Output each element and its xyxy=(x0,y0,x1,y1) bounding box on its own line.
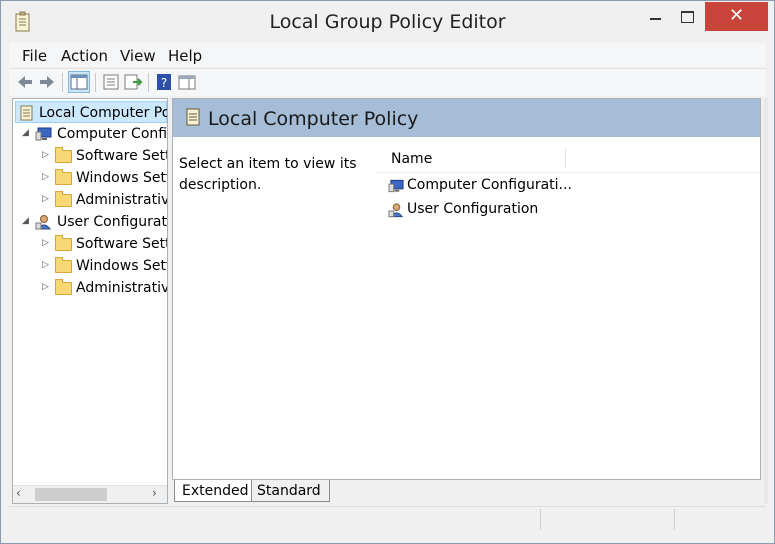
tree-item-user-software-settings[interactable]: ▷ Software Settings xyxy=(13,233,168,255)
status-divider xyxy=(540,509,541,530)
maximize-button[interactable] xyxy=(671,2,704,31)
tree-label: Windows Settings xyxy=(76,258,167,274)
tree-item-administrative-templates[interactable]: ▷ Administrative Templates xyxy=(13,189,168,211)
tree-item-local-computer-policy[interactable]: Local Computer Policy xyxy=(15,101,167,123)
column-name-header[interactable]: Name xyxy=(391,151,432,167)
export-list-icon[interactable] xyxy=(123,72,143,92)
tree-label: Administrative Templates xyxy=(76,192,168,208)
back-icon[interactable] xyxy=(15,72,35,92)
svg-text:?: ? xyxy=(161,76,167,90)
policy-icon xyxy=(20,105,33,121)
tree-item-computer-configuration[interactable]: ◢ Computer Configuration xyxy=(13,123,168,145)
close-icon: ✕ xyxy=(728,5,745,26)
tree-label: Computer Configuration xyxy=(57,126,168,142)
toolbar-separator xyxy=(62,73,63,92)
collapsed-arrow-icon[interactable]: ▷ xyxy=(42,194,49,204)
forward-icon[interactable] xyxy=(37,72,57,92)
detail-pane: Local Computer Policy Select an item to … xyxy=(172,98,761,480)
tree-item-windows-settings[interactable]: ▷ Windows Settings xyxy=(13,167,167,189)
scroll-thumb[interactable] xyxy=(35,488,107,501)
minimize-button[interactable] xyxy=(641,2,671,31)
detail-header: Local Computer Policy xyxy=(173,99,760,137)
tree-horizontal-scrollbar[interactable]: ‹ › xyxy=(13,485,167,503)
column-divider[interactable] xyxy=(565,148,566,168)
computer-icon xyxy=(388,179,404,193)
toolbar-separator xyxy=(95,73,96,92)
tree-item-software-settings[interactable]: ▷ Software Settings xyxy=(13,145,168,167)
tab-label: Extended xyxy=(182,483,249,499)
main-window: Local Group Policy Editor ✕ File Action … xyxy=(0,0,775,544)
user-icon xyxy=(388,203,404,218)
policy-icon xyxy=(186,108,200,126)
folder-icon xyxy=(55,279,72,295)
tree-label: Software Settings xyxy=(76,236,168,252)
items-list[interactable]: Name Computer Configurati... User Config… xyxy=(376,145,760,479)
detail-vertical-scrollbar[interactable] xyxy=(764,98,768,504)
folder-icon xyxy=(55,257,72,273)
tree-label: Local Computer Policy xyxy=(39,105,167,121)
tree-label: Administrative Templates xyxy=(76,280,168,296)
title-bar[interactable]: Local Group Policy Editor ✕ xyxy=(1,1,774,42)
collapsed-arrow-icon[interactable]: ▷ xyxy=(42,150,49,160)
view-tabs: Extended Standard xyxy=(172,480,761,504)
tree-item-user-windows-settings[interactable]: ▷ Windows Settings xyxy=(13,255,167,277)
scroll-left-icon[interactable]: ‹ xyxy=(16,486,21,500)
tab-label: Standard xyxy=(257,483,321,499)
show-hide-tree-icon[interactable] xyxy=(68,71,90,93)
tree-label: Windows Settings xyxy=(76,170,167,186)
list-item-label: User Configuration xyxy=(407,201,539,217)
folder-icon xyxy=(55,169,72,185)
description-text: Select an item to view its description. xyxy=(179,156,357,193)
toolbar: ? xyxy=(9,68,766,96)
toolbar-separator xyxy=(148,73,149,92)
collapsed-arrow-icon[interactable]: ▷ xyxy=(42,238,49,248)
expanded-arrow-icon[interactable]: ◢ xyxy=(22,128,29,138)
menu-action[interactable]: Action xyxy=(60,47,109,65)
show-hide-action-pane-icon[interactable] xyxy=(177,72,197,92)
computer-icon xyxy=(35,127,52,141)
tree-pane[interactable]: Local Computer Policy ◢ Computer Configu… xyxy=(12,98,168,504)
tree-label: User Configuration xyxy=(57,214,167,230)
tab-extended[interactable]: Extended xyxy=(174,480,252,502)
expanded-arrow-icon[interactable]: ◢ xyxy=(22,216,29,226)
menu-file[interactable]: File xyxy=(21,47,48,65)
collapsed-arrow-icon[interactable]: ▷ xyxy=(42,260,49,270)
collapsed-arrow-icon[interactable]: ▷ xyxy=(42,172,49,182)
menu-view[interactable]: View xyxy=(119,47,157,65)
tab-standard[interactable]: Standard xyxy=(252,480,330,502)
menu-bar: File Action View Help xyxy=(9,43,766,67)
properties-icon[interactable] xyxy=(101,72,121,92)
status-divider xyxy=(674,509,675,530)
folder-icon xyxy=(55,235,72,251)
tree-item-user-configuration[interactable]: ◢ User Configuration xyxy=(13,211,167,233)
close-button[interactable]: ✕ xyxy=(705,2,768,31)
user-icon xyxy=(35,215,52,230)
tree-label: Software Settings xyxy=(76,148,168,164)
tree-item-user-administrative-templates[interactable]: ▷ Administrative Templates xyxy=(13,277,168,299)
scroll-right-icon[interactable]: › xyxy=(152,486,157,500)
menu-help[interactable]: Help xyxy=(167,47,203,65)
collapsed-arrow-icon[interactable]: ▷ xyxy=(42,282,49,292)
detail-title: Local Computer Policy xyxy=(208,108,419,130)
help-icon[interactable]: ? xyxy=(154,72,174,92)
folder-icon xyxy=(55,191,72,207)
status-bar xyxy=(9,506,766,532)
column-header[interactable]: Name xyxy=(376,145,760,173)
folder-icon xyxy=(55,147,72,163)
list-item-label: Computer Configurati... xyxy=(407,177,572,193)
